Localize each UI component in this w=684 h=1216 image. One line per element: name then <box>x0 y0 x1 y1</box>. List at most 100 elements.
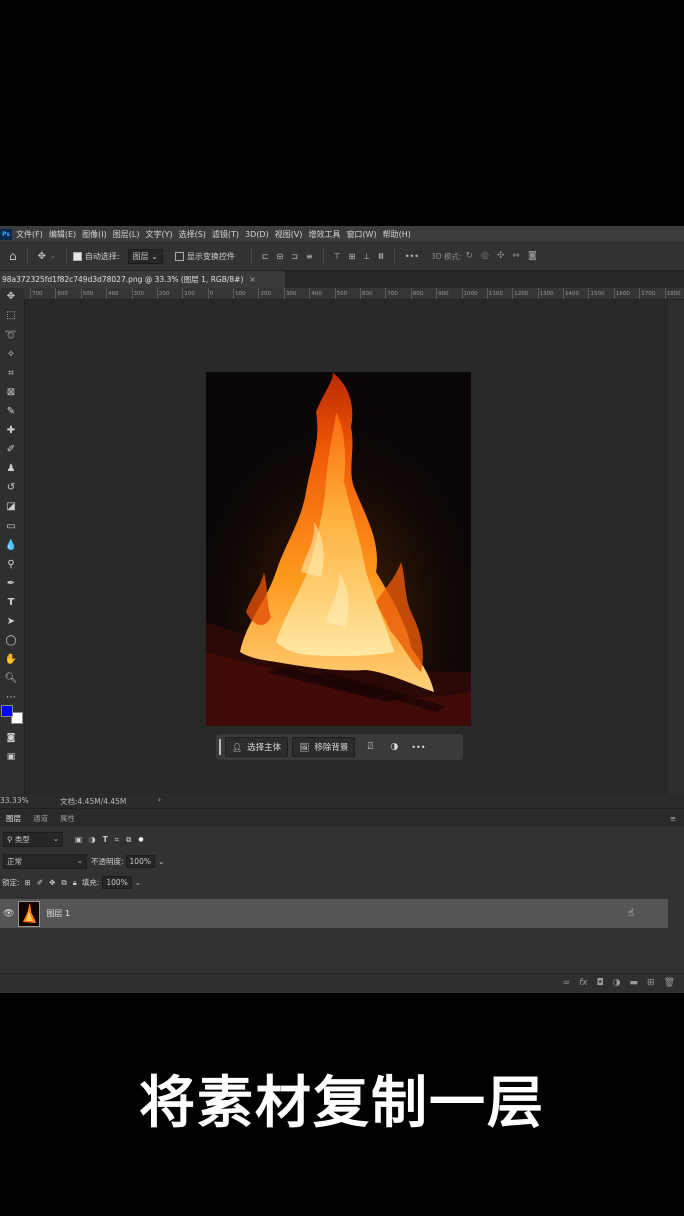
menu-plugins[interactable]: 增效工具 <box>308 229 340 240</box>
add-mask-icon[interactable]: ◘ <box>597 978 604 988</box>
screen-mode-icon[interactable]: ▣ <box>4 750 18 764</box>
align-right-icon[interactable]: ⊐ <box>291 252 298 261</box>
fill-chevron-icon[interactable]: ⌄ <box>135 878 141 887</box>
layer-filter-dropdown[interactable]: ⚲ 类型 ⌄ <box>3 832 63 847</box>
move-tool-icon[interactable]: ✥ <box>38 251 46 262</box>
distribute-vertical-icon[interactable]: Ⅲ <box>378 252 384 261</box>
crop-icon[interactable]: ⌗ <box>4 367 18 381</box>
healing-brush-icon[interactable]: ✚ <box>4 424 18 438</box>
layer-style-icon[interactable]: fx <box>579 978 588 988</box>
align-top-icon[interactable]: ⊤ <box>334 252 341 261</box>
lasso-icon[interactable]: ➰ <box>4 329 18 343</box>
close-tab-button[interactable]: × <box>249 275 255 284</box>
frame-icon[interactable]: ⊠ <box>4 386 18 400</box>
delete-layer-icon[interactable]: 🗑︎ <box>664 978 675 988</box>
panel-menu-icon[interactable]: ≡ <box>670 814 676 823</box>
menu-select[interactable]: 选择(S) <box>179 229 206 240</box>
more-tools-icon[interactable]: ⋯ <box>4 691 18 705</box>
zoom-icon[interactable]: 🔍︎ <box>4 672 18 686</box>
3d-pan-icon[interactable]: ✣ <box>497 251 505 261</box>
3d-rotate-icon[interactable]: ↻ <box>465 251 473 261</box>
layer-row[interactable]: 👁︎ 图层 1 ☝︎ <box>0 899 668 928</box>
align-left-icon[interactable]: ⊏ <box>262 252 269 261</box>
menu-view[interactable]: 视图(V) <box>275 229 303 240</box>
filter-adjustment-icon[interactable]: ◑ <box>89 835 96 844</box>
type-icon[interactable]: T <box>4 596 18 610</box>
show-transform-checkbox[interactable] <box>174 251 184 261</box>
menu-edit[interactable]: 编辑(E) <box>49 229 76 240</box>
new-layer-icon[interactable]: ⊞ <box>647 978 655 988</box>
document-tab[interactable]: 98a372325fd1f82c749d3d78027.png @ 33.3% … <box>0 271 285 288</box>
vertical-scrollbar[interactable] <box>668 300 684 794</box>
new-group-icon[interactable]: ▬ <box>630 978 639 988</box>
move-icon[interactable]: ✥ <box>4 290 18 304</box>
menu-layer[interactable]: 图层(L) <box>113 229 140 240</box>
3d-roll-icon[interactable]: ◎ <box>481 251 489 261</box>
tab-channels[interactable]: 通道 <box>33 813 48 824</box>
eraser-icon[interactable]: ◪ <box>4 500 18 514</box>
lock-all-icon[interactable]: 🔒︎ <box>73 878 77 888</box>
more-options-button[interactable]: ••• <box>405 252 419 261</box>
document-image-fire[interactable] <box>206 372 471 726</box>
tab-properties[interactable]: 属性 <box>60 813 75 824</box>
menu-image[interactable]: 图像(I) <box>82 229 107 240</box>
menu-window[interactable]: 窗口(W) <box>346 229 376 240</box>
path-selection-icon[interactable]: ➤ <box>4 615 18 629</box>
drag-handle[interactable] <box>219 739 221 755</box>
menu-type[interactable]: 文字(Y) <box>145 229 172 240</box>
more-button[interactable]: ••• <box>409 743 427 752</box>
menu-filter[interactable]: 滤镜(T) <box>212 229 239 240</box>
status-expand-icon[interactable]: › <box>158 795 161 804</box>
dodge-icon[interactable]: ⚲ <box>4 558 18 572</box>
lock-position-icon[interactable]: ✥ <box>49 878 55 887</box>
filter-smart-object-icon[interactable]: ⧉ <box>126 835 131 845</box>
align-bottom-icon[interactable]: ⊥ <box>363 252 370 261</box>
magic-wand-icon[interactable]: ✧ <box>4 348 18 362</box>
remove-background-button[interactable]: 🖼︎ 移除背景 <box>292 737 356 757</box>
adjustment-icon[interactable]: ◑ <box>385 742 403 752</box>
align-middle-icon[interactable]: ⊞ <box>349 252 356 261</box>
align-center-icon[interactable]: ⊟ <box>277 252 284 261</box>
zoom-level[interactable]: 33.33% <box>0 796 29 805</box>
brush-icon[interactable]: ✐ <box>4 443 18 457</box>
foreground-color-swatch[interactable] <box>1 705 13 717</box>
3d-slide-icon[interactable]: ⇔ <box>512 251 520 261</box>
lock-pixels-icon[interactable]: ✐ <box>37 878 43 887</box>
filter-shape-icon[interactable]: ⌗ <box>115 835 119 845</box>
tab-layers[interactable]: 图层 <box>6 813 21 824</box>
marquee-icon[interactable]: ⬚ <box>4 309 18 323</box>
auto-select-checkbox[interactable] <box>72 251 82 261</box>
opacity-input[interactable]: 100% <box>125 855 155 868</box>
select-subject-button[interactable]: 👤︎ 选择主体 <box>225 737 289 757</box>
history-brush-icon[interactable]: ↺ <box>4 481 18 495</box>
layer-name[interactable]: 图层 1 <box>46 908 70 919</box>
chevron-down-icon[interactable]: ⌄ <box>50 252 56 260</box>
hand-icon[interactable]: ✋ <box>4 653 18 667</box>
menu-help[interactable]: 帮助(H) <box>383 229 411 240</box>
gradient-icon[interactable]: ▭ <box>4 520 18 534</box>
clone-stamp-icon[interactable]: ♟ <box>4 462 18 476</box>
pen-icon[interactable]: ✒ <box>4 577 18 591</box>
distribute-icon[interactable]: ≡ <box>306 252 313 261</box>
filter-toggle-icon[interactable]: ● <box>138 836 143 843</box>
filter-type-icon[interactable]: T <box>103 835 108 844</box>
menu-file[interactable]: 文件(F) <box>16 229 43 240</box>
blur-icon[interactable]: 💧 <box>4 539 18 553</box>
menu-3d[interactable]: 3D(D) <box>245 230 269 239</box>
quick-mask-icon[interactable]: ◙ <box>4 731 18 745</box>
transform-icon[interactable]: ⍁ <box>361 742 379 752</box>
lock-transparent-icon[interactable]: ⊞ <box>25 878 31 887</box>
eyedropper-icon[interactable]: ✎ <box>4 405 18 419</box>
filter-pixel-icon[interactable]: ▣ <box>75 835 82 844</box>
opacity-chevron-icon[interactable]: ⌄ <box>158 857 164 866</box>
lock-artboard-icon[interactable]: ⧉ <box>61 878 66 888</box>
auto-select-dropdown[interactable]: 图层 ⌄ <box>127 248 163 264</box>
eye-icon[interactable]: 👁︎ <box>3 909 14 919</box>
adjustment-layer-icon[interactable]: ◑ <box>613 978 621 988</box>
fill-input[interactable]: 100% <box>102 876 132 889</box>
link-layers-icon[interactable]: ∞ <box>563 978 571 988</box>
home-icon[interactable]: ⌂ <box>9 249 17 263</box>
3d-camera-icon[interactable]: ◙ <box>528 251 537 261</box>
ellipse-icon[interactable]: ◯ <box>4 634 18 648</box>
blend-mode-dropdown[interactable]: 正常 ⌄ <box>3 854 87 869</box>
